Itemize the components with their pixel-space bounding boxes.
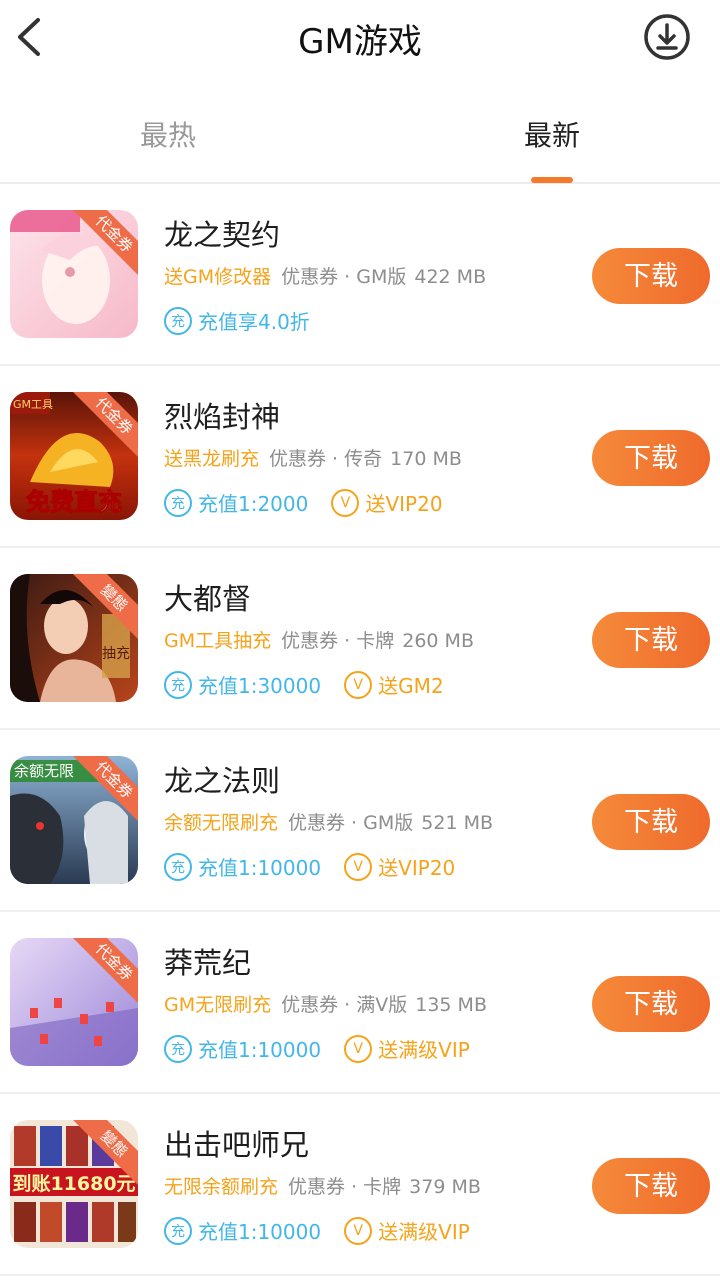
tab-newest[interactable]: 最新 (452, 114, 652, 154)
download-button[interactable]: 下载 (592, 976, 710, 1032)
game-meta: 优惠券 · 满V版 135 MB (281, 994, 487, 1016)
promo-text: 无限余额刷充 (164, 1176, 279, 1198)
promo-text: 余额无限刷充 (164, 812, 279, 834)
game-tags: 充充值1:10000 V 送满级VIP (164, 1034, 488, 1066)
game-list-item[interactable]: 抽充 變態 大都督 GM工具抽充 优惠券 · 卡牌 260 MB 充充值1:3000… (0, 548, 720, 730)
promo-text: 送GM修改器 (164, 266, 272, 288)
file-size: 170 MB (390, 448, 462, 470)
game-list-item[interactable]: 代金券 莽荒纪 GM无限刷充 优惠券 · 满V版 135 MB 充充值1:10000… (0, 912, 720, 1094)
download-manager-button[interactable] (640, 12, 694, 62)
game-list-item[interactable]: 代金券 龙之契约 送GM修改器 优惠券 · GM版 422 MB 充充值享4.0折 … (0, 184, 720, 366)
file-size: 135 MB (415, 994, 487, 1016)
game-tags: 充充值1:10000 V 送VIP20 (164, 852, 473, 884)
download-button[interactable]: 下载 (592, 1158, 710, 1214)
game-name: 龙之契约 (164, 218, 281, 252)
game-meta: 优惠券 · 卡牌 379 MB (288, 1176, 481, 1198)
vip-tag: V 送满级VIP (344, 1216, 470, 1245)
game-meta: 优惠券 · 卡牌 260 MB (281, 630, 474, 652)
game-name: 龙之法则 (164, 764, 281, 798)
game-list-item[interactable]: 到账11680元 變態 出击吧师兄 无限余额刷充 优惠券 · 卡牌 379 MB 充… (0, 1094, 720, 1276)
vip-icon: V (344, 1216, 373, 1245)
game-info: 余额无限刷充 优惠券 · GM版 521 MB (164, 808, 493, 835)
game-tags: 充充值1:10000 V 送满级VIP (164, 1216, 488, 1248)
charge-icon: 充 (164, 306, 192, 335)
game-icon: 到账11680元 變態 (10, 1120, 138, 1248)
vip-tag: V 送VIP20 (331, 488, 443, 517)
game-tags: 充充值1:2000 V 送VIP20 (164, 488, 461, 520)
vip-icon: V (344, 852, 373, 881)
charge-icon: 充 (164, 1216, 192, 1245)
file-size: 379 MB (409, 1176, 481, 1198)
file-size: 422 MB (414, 266, 487, 288)
vip-icon: V (344, 1034, 373, 1063)
charge-tag: 充充值1:10000 (164, 852, 321, 881)
charge-icon: 充 (164, 488, 192, 517)
vip-icon: V (331, 488, 360, 517)
tab-hottest[interactable]: 最热 (68, 114, 268, 154)
game-meta: 优惠券 · GM版 521 MB (288, 812, 493, 834)
game-icon: GM工具 免费直充 代金券 (10, 392, 138, 520)
game-list-item[interactable]: GM工具 免费直充 代金券 烈焰封神 送黑龙刷充 优惠券 · 传奇 170 MB 充… (0, 366, 720, 548)
game-name: 烈焰封神 (164, 400, 281, 434)
game-meta: 优惠券 · GM版 422 MB (281, 266, 487, 288)
game-icon: 代金券 (10, 210, 138, 338)
game-info: 无限余额刷充 优惠券 · 卡牌 379 MB (164, 1172, 481, 1199)
game-icon: 余额无限 代金券 (10, 756, 138, 884)
vip-tag: V 送GM2 (344, 670, 444, 699)
game-name: 大都督 (164, 582, 252, 616)
file-size: 260 MB (402, 630, 474, 652)
vip-tag: V 送VIP20 (344, 852, 455, 881)
game-icon: 抽充 變態 (10, 574, 138, 702)
download-icon (644, 14, 690, 60)
game-meta: 优惠券 · 传奇 170 MB (269, 448, 462, 470)
game-icon: 代金券 (10, 938, 138, 1066)
promo-text: 送黑龙刷充 (164, 448, 260, 470)
icon-caption-text: 免费直充 (26, 488, 122, 516)
download-button[interactable]: 下载 (592, 430, 710, 486)
game-list: 代金券 龙之契约 送GM修改器 优惠券 · GM版 422 MB 充充值享4.0折 … (0, 184, 720, 1276)
charge-tag: 充充值1:30000 (164, 670, 321, 699)
vip-tag: V 送满级VIP (344, 1034, 470, 1063)
top-bar: GM游戏 (0, 0, 720, 80)
game-list-item[interactable]: 余额无限 代金券 龙之法则 余额无限刷充 优惠券 · GM版 521 MB 充充值1… (0, 730, 720, 912)
icon-caption-text: 到账11680元 (12, 1173, 135, 1195)
charge-icon: 充 (164, 1034, 192, 1063)
game-info: GM无限刷充 优惠券 · 满V版 135 MB (164, 990, 487, 1017)
icon-caption-text: 抽充 (102, 646, 130, 662)
charge-icon: 充 (164, 852, 192, 881)
game-name: 莽荒纪 (164, 946, 252, 980)
game-tags: 充充值享4.0折 (164, 306, 328, 338)
promo-text: GM无限刷充 (164, 994, 272, 1016)
vip-icon: V (344, 670, 373, 699)
game-info: 送黑龙刷充 优惠券 · 传奇 170 MB (164, 444, 462, 471)
charge-tag: 充充值1:10000 (164, 1216, 321, 1245)
charge-icon: 充 (164, 670, 192, 699)
file-size: 521 MB (421, 812, 493, 834)
page-title: GM游戏 (298, 22, 422, 62)
active-tab-indicator (531, 177, 573, 183)
game-tags: 充充值1:30000 V 送GM2 (164, 670, 462, 702)
game-info: GM工具抽充 优惠券 · 卡牌 260 MB (164, 626, 474, 653)
charge-tag: 充充值1:10000 (164, 1034, 321, 1063)
download-button[interactable]: 下载 (592, 248, 710, 304)
charge-tag: 充充值1:2000 (164, 488, 308, 517)
charge-tag: 充充值享4.0折 (164, 306, 310, 335)
download-button[interactable]: 下载 (592, 612, 710, 668)
icon-caption-text: 余额无限 (14, 762, 74, 780)
download-button[interactable]: 下载 (592, 794, 710, 850)
game-name: 出击吧师兄 (164, 1128, 310, 1162)
icon-badge-text: GM工具 (13, 398, 53, 411)
tab-bar: 最热 最新 (0, 88, 720, 184)
promo-text: GM工具抽充 (164, 630, 272, 652)
game-info: 送GM修改器 优惠券 · GM版 422 MB (164, 262, 486, 289)
